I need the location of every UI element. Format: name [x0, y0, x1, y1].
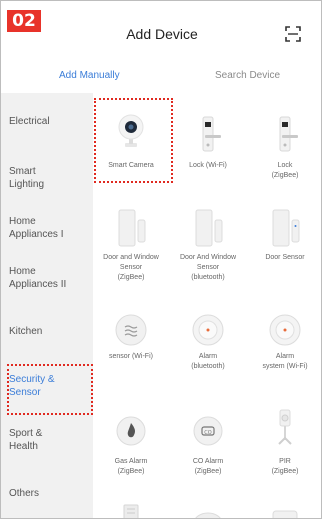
sidebar-item-sport-health[interactable]: Sport & Health [9, 427, 42, 453]
sidebar-item-label: Smart Lighting [9, 166, 45, 190]
door-sensor-icon [190, 208, 226, 248]
co-alarm-icon: CO [190, 413, 226, 453]
device-door-window-sensor-bluetooth[interactable]: Door And Window Sensor (bluetooth) [170, 203, 246, 293]
tab-add-manually[interactable]: Add Manually [59, 70, 120, 81]
svg-text:CO: CO [204, 430, 211, 436]
sidebar-item-label: Electrical [9, 116, 50, 127]
alarm-icon [267, 312, 303, 352]
device-label: Alarm system (Wi-Fi) [262, 353, 308, 370]
device-partial[interactable] [93, 503, 169, 518]
sidebar-item-smart-lighting[interactable]: Smart Lighting [9, 165, 44, 191]
device-label: sensor (Wi-Fi) [109, 353, 153, 360]
device-icon [190, 503, 226, 518]
device-label: Gas Alarm (ZigBee) [114, 458, 148, 475]
step-badge: 02 [7, 10, 41, 32]
device-partial[interactable] [247, 503, 321, 518]
scan-frame-icon[interactable] [285, 26, 301, 42]
device-co-alarm-zigbee[interactable]: CO CO Alarm (ZigBee) [170, 393, 246, 478]
device-gas-alarm-zigbee[interactable]: Gas Alarm (ZigBee) [93, 393, 169, 478]
device-lock-zigbee[interactable]: Lock (ZigBee) [247, 93, 321, 179]
device-label: Alarm (bluetooth) [191, 353, 225, 370]
sidebar-item-home-appliances-1[interactable]: Home Appliances I [9, 215, 63, 241]
pir-sensor-icon [267, 408, 303, 448]
sidebar-item-electrical[interactable]: Electrical [9, 115, 50, 128]
door-lock-icon [190, 115, 226, 155]
sensor-icon [113, 312, 149, 352]
device-label: Lock (ZigBee) [271, 162, 299, 179]
device-partial[interactable] [170, 503, 246, 518]
highlight-smart-camera [94, 98, 173, 183]
sidebar-item-label: Home Appliances I [9, 216, 64, 240]
device-sensor-wifi[interactable]: sensor (Wi-Fi) [93, 308, 169, 383]
sidebar-item-label: Home Appliances II [9, 266, 67, 290]
tab-bar: Add Manually Search Device [1, 61, 321, 91]
device-alarm-system-wifi[interactable]: Alarm system (Wi-Fi) [247, 308, 321, 383]
tab-search-device[interactable]: Search Device [215, 70, 280, 81]
device-door-window-sensor-zigbee[interactable]: Door and Window Sensor (ZigBee) [93, 203, 169, 293]
page-title: Add Device [126, 26, 198, 42]
device-label: Door Sensor [265, 254, 305, 261]
app-screen: Add Device 02 Add Manually Search Device… [0, 0, 322, 519]
device-alarm-bluetooth[interactable]: Alarm (bluetooth) [170, 308, 246, 383]
sidebar-item-others[interactable]: Others [9, 487, 39, 500]
device-label: PIR (ZigBee) [271, 458, 299, 475]
gas-alarm-icon [113, 413, 149, 453]
device-icon [113, 503, 149, 518]
door-sensor-icon [113, 208, 149, 248]
sidebar-item-home-appliances-2[interactable]: Home Appliances II [9, 265, 66, 291]
sidebar-item-label: Sport & Health [9, 428, 43, 452]
highlight-security-sensor [7, 364, 93, 415]
device-label: Lock (Wi-Fi) [189, 162, 227, 169]
category-sidebar: Electrical Smart Lighting Home Appliance… [1, 93, 93, 518]
device-pir-zigbee[interactable]: PIR (ZigBee) [247, 393, 321, 478]
device-lock-wifi[interactable]: Lock (Wi-Fi) [170, 93, 246, 173]
header: Add Device [1, 1, 321, 61]
device-label: Door and Window Sensor (ZigBee) [103, 254, 159, 281]
sidebar-item-label: Kitchen [9, 326, 43, 337]
sidebar-item-kitchen[interactable]: Kitchen [9, 325, 42, 338]
alarm-icon [190, 312, 226, 352]
device-label: Door And Window Sensor (bluetooth) [179, 254, 237, 281]
door-lock-icon [267, 115, 303, 155]
door-sensor-icon [267, 208, 303, 248]
sidebar-item-label: Others [9, 488, 40, 499]
device-icon [267, 503, 303, 518]
device-label: CO Alarm (ZigBee) [192, 458, 224, 475]
device-door-sensor[interactable]: Door Sensor [247, 203, 321, 293]
